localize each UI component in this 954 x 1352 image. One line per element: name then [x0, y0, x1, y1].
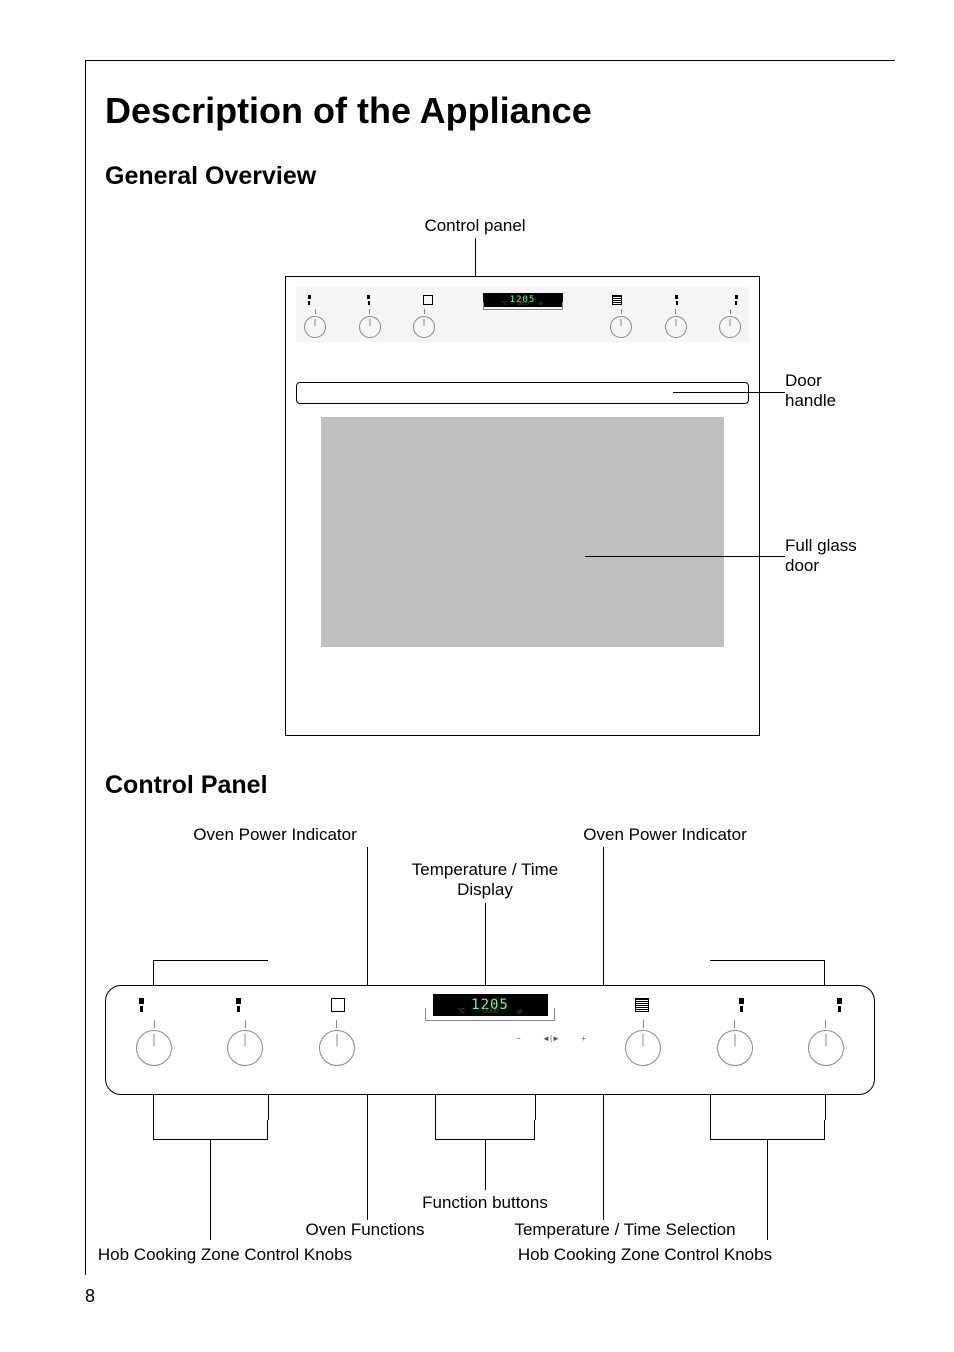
oven-door-handle [296, 382, 749, 404]
section-general-overview: General Overview Control panel 1205 [105, 162, 875, 736]
leader-glass-door [585, 556, 785, 557]
leader-hob-right-top [710, 960, 825, 985]
panel-knob-row: °C0000⊘ [296, 309, 749, 339]
label-control-panel: Control panel [405, 216, 545, 236]
content-area: Description of the Appliance General Ove… [105, 90, 875, 1310]
label-oven-power-indicator-right: Oven Power Indicator [555, 825, 775, 845]
slider-indicator-icon: −◄|►+ [516, 1036, 586, 1040]
oven-power-indicator-icon [635, 998, 649, 1012]
oven-function-knob-icon [319, 1030, 355, 1066]
overview-diagram: Control panel 1205 [105, 216, 875, 736]
leader-func-v2 [535, 1095, 536, 1120]
hob-indicator-icon [234, 998, 244, 1012]
label-oven-power-indicator-left: Oven Power Indicator [165, 825, 385, 845]
section-title-control-panel: Control Panel [105, 771, 875, 800]
label-temp-time-selection: Temperature / Time Selection [485, 1220, 765, 1240]
leader-hob-right-join [710, 1120, 825, 1140]
leader-hob-left-top [153, 960, 268, 985]
hob-indicator-icon [672, 295, 682, 305]
leader-door-handle [673, 392, 785, 393]
oven-illustration: 1205 °C0000⊘ [285, 276, 760, 736]
hob-knob-icon [227, 1030, 263, 1066]
hob-knob-icon [304, 316, 326, 338]
leader-func-v1 [435, 1095, 436, 1120]
oven-control-panel: 1205 °C0000⊘ [296, 287, 749, 342]
leader-control-panel [475, 238, 476, 278]
hob-knob-icon [359, 316, 381, 338]
hob-indicator-icon [737, 998, 747, 1012]
label-glass-door: Full glass door [785, 536, 857, 576]
leader-power-left [367, 847, 368, 995]
leader-hob-left-v1 [153, 1095, 154, 1120]
hob-knob-icon [717, 1030, 753, 1066]
hob-knob-icon [808, 1030, 844, 1066]
hob-indicator-icon [136, 998, 146, 1012]
section-title-overview: General Overview [105, 162, 875, 191]
leader-temp-selection [603, 1095, 604, 1220]
label-function-buttons: Function buttons [405, 1193, 565, 1213]
leader-hob-left-join [153, 1120, 268, 1140]
label-hob-knobs-left: Hob Cooking Zone Control Knobs [85, 1245, 365, 1265]
hob-indicator-icon [364, 295, 374, 305]
label-oven-functions: Oven Functions [285, 1220, 445, 1240]
hob-knob-icon [665, 316, 687, 338]
oven-glass-door [321, 417, 724, 647]
leader-power-right [603, 847, 604, 995]
control-panel-illustration: 1205 −◄|►+ °C 0000 [105, 985, 875, 1095]
leader-temp-display [485, 903, 486, 997]
hob-indicator-icon [834, 998, 844, 1012]
hob-knob-icon [719, 316, 741, 338]
leader-func-join [435, 1120, 535, 1140]
hob-knob-icon [136, 1030, 172, 1066]
control-panel-diagram: Oven Power Indicator Oven Power Indicato… [105, 825, 875, 1275]
page-border-top [85, 60, 895, 61]
page-border-left [85, 60, 86, 1275]
label-hob-knobs-right: Hob Cooking Zone Control Knobs [505, 1245, 785, 1265]
hob-indicator-icon [731, 295, 741, 305]
hob-indicator-icon [304, 295, 314, 305]
page-number: 8 [85, 1286, 95, 1307]
oven-power-indicator-icon [423, 295, 433, 305]
label-temp-time-display: Temperature / Time Display [385, 860, 585, 900]
leader-hob-right-v1 [710, 1095, 711, 1120]
leader-hob-left-v2 [268, 1095, 269, 1120]
leader-hob-right-down [767, 1140, 768, 1240]
cp-knob-row: °C 0000 ⊘ [106, 1016, 874, 1066]
leader-func-down [485, 1140, 486, 1190]
temp-selection-knob-icon [610, 316, 632, 338]
temp-selection-knob-icon [625, 1030, 661, 1066]
oven-function-knob-icon [413, 316, 435, 338]
oven-power-indicator-icon [331, 998, 345, 1012]
leader-hob-right-v2 [825, 1095, 826, 1120]
leader-hob-left-down [210, 1140, 211, 1240]
section-control-panel: Control Panel Oven Power Indicator Oven … [105, 771, 875, 1275]
label-door-handle: Door handle [785, 371, 836, 411]
page-title: Description of the Appliance [105, 90, 875, 132]
oven-power-indicator-icon [612, 295, 622, 305]
page: Description of the Appliance General Ove… [0, 0, 954, 1352]
leader-oven-functions [367, 1095, 368, 1220]
